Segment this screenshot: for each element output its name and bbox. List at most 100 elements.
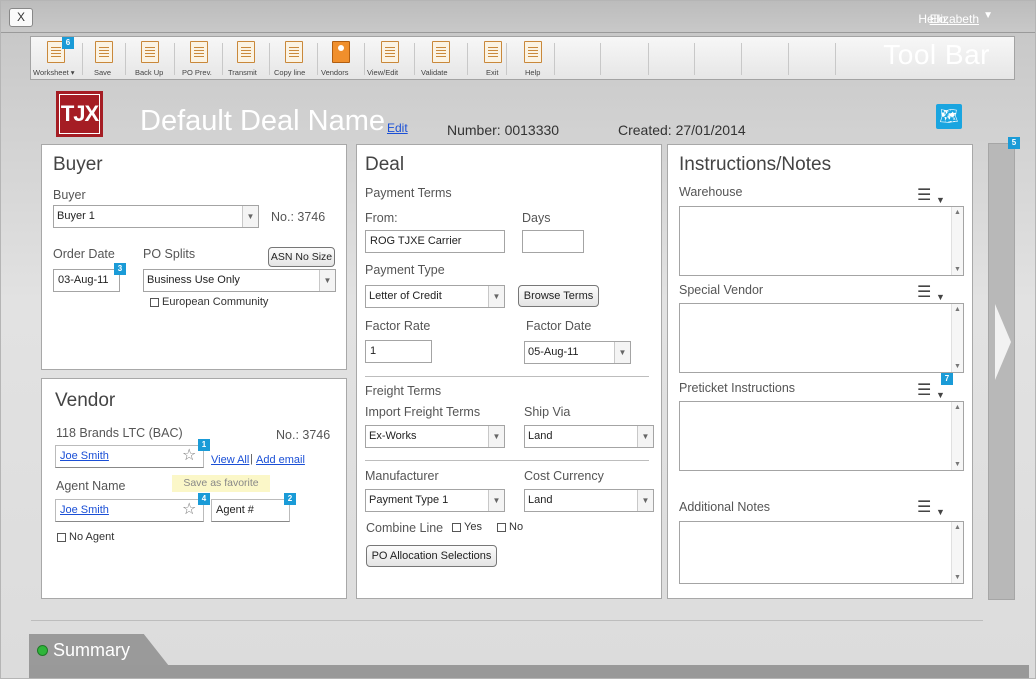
buyer-select[interactable]: Buyer 1 ▼ xyxy=(53,205,259,228)
combine-yes-label: Yes xyxy=(464,521,482,533)
chevron-down-icon[interactable]: ▼ xyxy=(936,195,945,205)
toolbar-label: Help xyxy=(525,68,541,77)
cost-currency-select[interactable]: Land ▼ xyxy=(524,489,654,512)
user-menu-link[interactable]: Elizabeth xyxy=(930,12,979,26)
panel-title: Buyer xyxy=(53,154,103,175)
payment-type-select[interactable]: Letter of Credit ▼ xyxy=(365,285,505,308)
scrollbar[interactable]: ▲ ▼ xyxy=(951,304,963,372)
edit-link[interactable]: Edit xyxy=(387,121,408,135)
star-icon[interactable]: ☆ xyxy=(182,448,196,464)
preticket-label: Preticket Instructions xyxy=(679,381,796,395)
manufacturer-label: Manufacturer xyxy=(365,469,439,483)
factor-date-label: Factor Date xyxy=(526,319,592,333)
import-freight-value: Ex-Works xyxy=(369,430,417,442)
special-vendor-label: Special Vendor xyxy=(679,283,764,297)
deal-created-date: Created: 27/01/2014 xyxy=(618,122,746,138)
scrollbar[interactable]: ▲ ▼ xyxy=(951,402,963,470)
validate-button[interactable]: Validate xyxy=(417,37,465,79)
toolbar-label: Save xyxy=(94,68,112,77)
warehouse-label: Warehouse xyxy=(679,185,743,199)
european-community-checkbox[interactable] xyxy=(150,298,159,307)
payment-type-label: Payment Type xyxy=(365,263,445,277)
vendor-contact-link[interactable]: Joe Smith xyxy=(60,450,109,462)
vendors-button[interactable]: Vendors xyxy=(320,37,362,79)
save-button[interactable]: Save xyxy=(85,37,123,79)
divider xyxy=(365,376,649,377)
po-allocation-button[interactable]: PO Allocation Selections xyxy=(366,545,497,567)
add-icon[interactable] xyxy=(37,645,48,656)
agent-name-link[interactable]: Joe Smith xyxy=(60,504,109,516)
transmit-button[interactable]: Transmit xyxy=(225,37,267,79)
combine-no-checkbox[interactable] xyxy=(497,523,506,532)
menu-icon[interactable]: ☰ xyxy=(917,188,931,204)
menu-icon[interactable]: ☰ xyxy=(917,500,931,516)
scrollbar[interactable]: ▲ ▼ xyxy=(951,207,963,275)
divider xyxy=(648,43,649,75)
chevron-down-icon[interactable]: ▼ xyxy=(936,292,945,302)
copy-line-button[interactable]: Copy line xyxy=(272,37,316,79)
po-splits-select[interactable]: Business Use Only ▼ xyxy=(143,269,336,292)
freight-terms-label: Freight Terms xyxy=(365,384,442,398)
deal-number: Number: 0013330 xyxy=(447,122,560,138)
divider xyxy=(1,32,1035,33)
close-button[interactable]: X xyxy=(9,8,33,27)
days-field[interactable] xyxy=(522,230,584,253)
combine-no-label: No xyxy=(509,521,524,533)
divider xyxy=(554,43,555,75)
divider xyxy=(269,43,270,75)
back-up-button[interactable]: Back Up xyxy=(128,37,172,79)
manufacturer-select[interactable]: Payment Type 1 ▼ xyxy=(365,489,505,512)
from-field[interactable]: ROG TJXE Carrier xyxy=(365,230,505,253)
chevron-down-icon: ▼ xyxy=(614,342,630,363)
warehouse-notes[interactable]: ▲ ▼ xyxy=(679,206,964,276)
additional-notes[interactable]: ▲ ▼ xyxy=(679,521,964,584)
buyer-select-value: Buyer 1 xyxy=(57,210,95,222)
help-icon xyxy=(524,41,542,63)
chevron-down-icon[interactable]: ▼ xyxy=(936,507,945,517)
deal-panel: Deal Payment Terms From: ROG TJXE Carrie… xyxy=(356,144,662,599)
chevron-down-icon: ▼ xyxy=(319,270,335,291)
side-panel-expander[interactable] xyxy=(988,143,1015,600)
import-freight-select[interactable]: Ex-Works ▼ xyxy=(365,425,505,448)
days-label: Days xyxy=(522,211,551,225)
world-map-button[interactable]: 🗺 xyxy=(936,104,962,129)
additional-notes-label: Additional Notes xyxy=(679,500,771,514)
worksheet-button[interactable]: 6 Worksheet ▾ xyxy=(31,37,81,79)
agent-number-field[interactable]: Agent # xyxy=(211,499,290,522)
page-title: Default Deal Name xyxy=(140,105,385,137)
chevron-down-icon[interactable]: ▼ xyxy=(983,10,993,21)
ship-via-select[interactable]: Land ▼ xyxy=(524,425,654,448)
toolbar-label: Worksheet ▾ xyxy=(33,68,75,77)
preticket-notes[interactable]: ▲ ▼ xyxy=(679,401,964,471)
special-vendor-notes[interactable]: ▲ ▼ xyxy=(679,303,964,373)
chevron-down-icon: ▼ xyxy=(488,426,504,447)
star-icon[interactable]: ☆ xyxy=(182,502,196,518)
chevron-right-icon xyxy=(995,304,1011,380)
browse-terms-button[interactable]: Browse Terms xyxy=(518,285,599,307)
add-email-link[interactable]: Add email xyxy=(256,454,305,466)
app-window: X Hello, Elizabeth ▼ 6 Worksheet ▾ Save … xyxy=(0,0,1036,679)
buyer-number: No.: 3746 xyxy=(271,210,326,224)
asn-no-size-button[interactable]: ASN No Size xyxy=(268,247,335,267)
chevron-down-icon[interactable]: ▼ xyxy=(936,390,945,400)
view-all-link[interactable]: View All xyxy=(211,454,249,466)
order-date-field[interactable]: 03-Aug-11 xyxy=(53,269,120,292)
help-button[interactable]: Help xyxy=(509,37,557,79)
po-splits-label: PO Splits xyxy=(143,247,196,261)
backup-icon xyxy=(141,41,159,63)
factor-rate-field[interactable]: 1 xyxy=(365,340,432,363)
view-edit-button[interactable]: View/Edit xyxy=(367,37,413,79)
order-date-label: Order Date xyxy=(53,247,115,261)
scrollbar[interactable]: ▲ ▼ xyxy=(951,522,963,583)
chevron-down-icon: ▼ xyxy=(637,490,653,511)
chevron-down-icon: ▼ xyxy=(637,426,653,447)
menu-icon[interactable]: ☰ xyxy=(917,285,931,301)
po-preview-button[interactable]: PO Prev. xyxy=(177,37,221,79)
cost-currency-label: Cost Currency xyxy=(524,469,604,483)
menu-icon[interactable]: ☰ xyxy=(917,383,931,399)
no-agent-checkbox[interactable] xyxy=(57,533,66,542)
factor-date-select[interactable]: 05-Aug-11 ▼ xyxy=(524,341,631,364)
callout-badge: 4 xyxy=(198,493,210,505)
combine-yes-checkbox[interactable] xyxy=(452,523,461,532)
summary-tab-label[interactable]: Summary xyxy=(53,640,130,661)
